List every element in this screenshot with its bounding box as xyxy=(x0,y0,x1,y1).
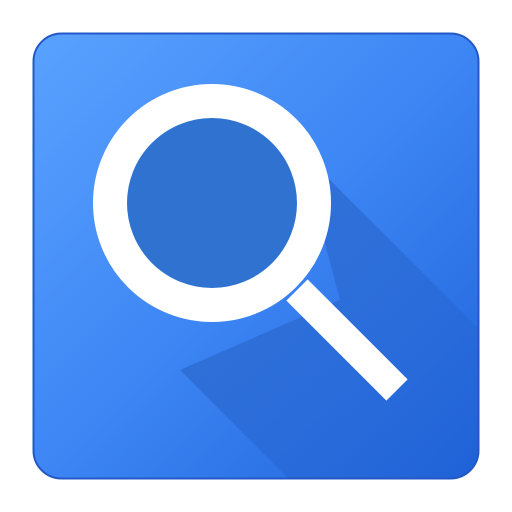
icon-canvas xyxy=(0,0,512,512)
search-app-icon[interactable] xyxy=(0,0,512,512)
lens-glass xyxy=(127,118,297,288)
